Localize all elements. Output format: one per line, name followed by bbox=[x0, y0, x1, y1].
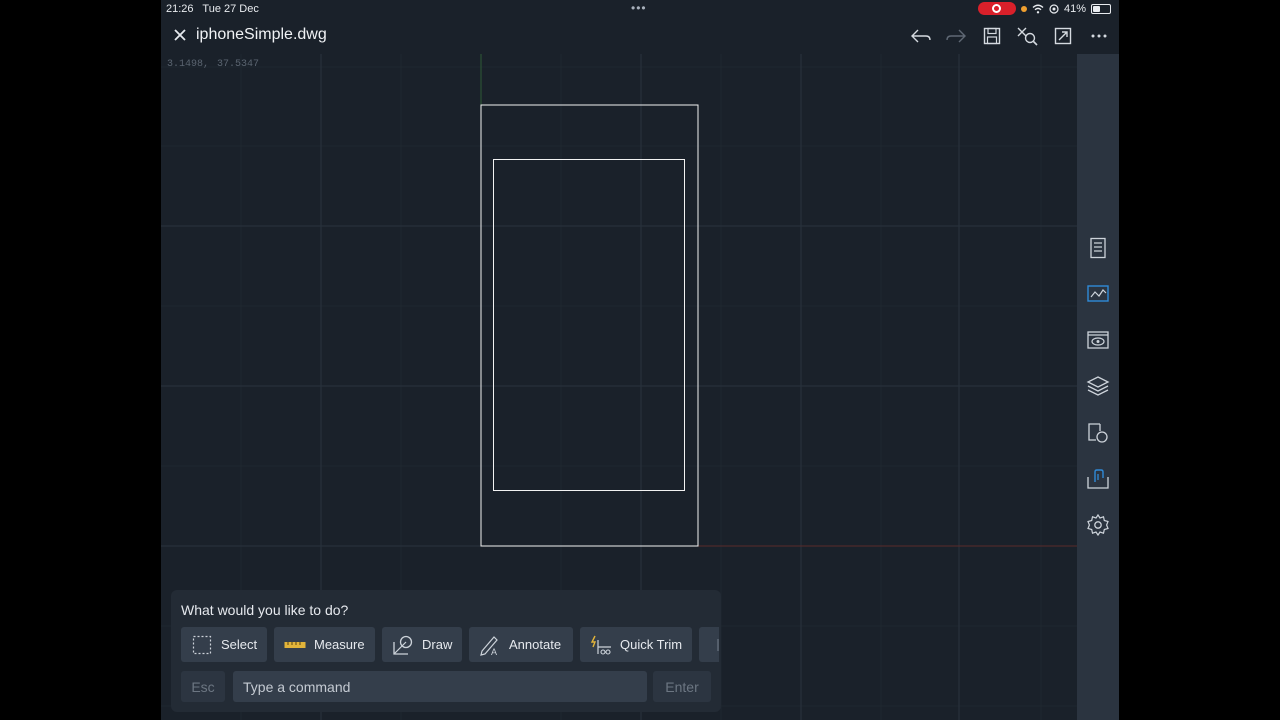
close-button[interactable] bbox=[169, 24, 191, 46]
status-bar: 21:26 Tue 27 Dec ••• 41% bbox=[161, 0, 1119, 18]
file-title: iphoneSimple.dwg bbox=[196, 26, 327, 43]
properties-icon bbox=[1090, 237, 1106, 259]
layers-button[interactable] bbox=[1085, 373, 1111, 399]
blocks-button[interactable] bbox=[1085, 420, 1111, 446]
status-right: 41% bbox=[977, 2, 1111, 15]
overflow-action-icon bbox=[717, 638, 719, 651]
ruler-icon bbox=[284, 641, 306, 648]
fullscreen-button[interactable] bbox=[1050, 23, 1076, 49]
settings-icon bbox=[1087, 513, 1109, 537]
settings-button[interactable] bbox=[1085, 512, 1111, 538]
mic-indicator-icon bbox=[1020, 5, 1027, 12]
redo-button[interactable] bbox=[943, 23, 969, 49]
command-input[interactable] bbox=[233, 671, 647, 702]
coord-x: 3.1498, bbox=[167, 59, 210, 70]
select-button[interactable]: Select bbox=[181, 627, 267, 662]
fullscreen-icon bbox=[1054, 27, 1072, 45]
wifi-icon bbox=[1032, 4, 1044, 13]
zoom-extents-button[interactable] bbox=[1014, 23, 1040, 49]
coordinate-readout: 3.1498, 37.5347 bbox=[167, 59, 267, 70]
command-prompt: What would you like to do? bbox=[181, 602, 349, 618]
quick-actions-bar: Select Measure Draw A Annotate Quick Tri… bbox=[181, 627, 719, 663]
undo-icon bbox=[911, 29, 931, 43]
status-time: 21:26 bbox=[166, 3, 194, 15]
zoom-extents-icon bbox=[1017, 27, 1038, 46]
more-actions-button[interactable] bbox=[699, 627, 719, 662]
properties-button[interactable] bbox=[1085, 235, 1111, 261]
quick-trim-label: Quick Trim bbox=[620, 637, 683, 652]
measure-label: Measure bbox=[314, 637, 365, 652]
coord-y: 37.5347 bbox=[217, 59, 260, 70]
enter-button[interactable]: Enter bbox=[653, 671, 711, 702]
annotate-button[interactable]: A Annotate bbox=[469, 627, 573, 662]
location-icon bbox=[1049, 3, 1059, 14]
draw-button[interactable]: Draw bbox=[382, 627, 462, 662]
trim-icon bbox=[590, 635, 611, 655]
redo-icon bbox=[946, 29, 966, 43]
view-button[interactable] bbox=[1085, 327, 1111, 353]
svg-text:A: A bbox=[491, 647, 497, 656]
command-panel: What would you like to do? Select Measur… bbox=[171, 590, 721, 712]
close-icon bbox=[174, 29, 186, 41]
header-bar: iphoneSimple.dwg bbox=[161, 18, 1119, 54]
save-icon bbox=[983, 27, 1001, 45]
draw-label: Draw bbox=[422, 637, 453, 652]
sheets-button[interactable] bbox=[1085, 281, 1111, 307]
measure-button[interactable]: Measure bbox=[274, 627, 375, 662]
screen-recording-icon[interactable] bbox=[977, 2, 1016, 15]
annotate-icon: A bbox=[480, 635, 498, 656]
battery-percent: 41% bbox=[1063, 2, 1086, 15]
side-toolbar bbox=[1077, 54, 1119, 720]
multitasking-dots-icon[interactable]: ••• bbox=[631, 1, 647, 15]
status-left: 21:26 Tue 27 Dec bbox=[166, 3, 265, 15]
app-screen: 21:26 Tue 27 Dec ••• 41% iphoneSimple.dw… bbox=[161, 0, 1119, 720]
annotate-label: Annotate bbox=[509, 637, 562, 652]
xref-icon bbox=[1087, 469, 1109, 489]
phone-screen-outline[interactable] bbox=[493, 159, 685, 491]
more-options-button[interactable] bbox=[1086, 23, 1112, 49]
draw-icon bbox=[393, 635, 413, 655]
undo-button[interactable] bbox=[908, 23, 934, 49]
save-button[interactable] bbox=[979, 23, 1005, 49]
select-icon bbox=[192, 635, 212, 654]
esc-button[interactable]: Esc bbox=[181, 671, 225, 702]
quick-trim-button[interactable]: Quick Trim bbox=[580, 627, 692, 662]
status-date: Tue 27 Dec bbox=[202, 3, 259, 15]
blocks-icon bbox=[1088, 423, 1108, 443]
layers-icon bbox=[1086, 376, 1110, 396]
sheets-icon bbox=[1087, 285, 1109, 302]
battery-icon bbox=[1091, 3, 1111, 14]
phone-outer-outline[interactable] bbox=[480, 104, 699, 547]
select-label: Select bbox=[221, 637, 258, 652]
more-icon bbox=[1091, 34, 1107, 38]
xref-button[interactable] bbox=[1085, 466, 1111, 492]
view-icon bbox=[1087, 331, 1109, 349]
